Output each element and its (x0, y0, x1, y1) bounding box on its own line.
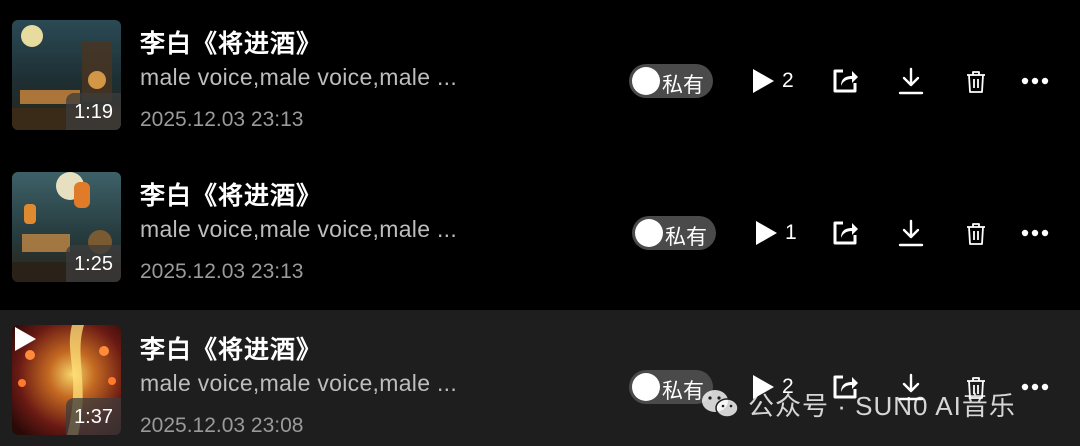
wechat-icon (702, 390, 739, 418)
now-playing-icon[interactable] (12, 325, 38, 353)
trash-icon[interactable] (961, 218, 991, 248)
more-icon[interactable] (1020, 218, 1050, 248)
more-icon[interactable] (1020, 66, 1050, 96)
track-row[interactable]: 1:19 李白《将进酒》 male voice,male voice,male … (0, 4, 1080, 156)
track-row[interactable]: 1:25 李白《将进酒》 male voice,male voice,male … (0, 156, 1080, 308)
track-title[interactable]: 李白《将进酒》 (140, 176, 322, 212)
duration-badge: 1:25 (66, 245, 121, 282)
watermark: 公众号 · SUN0 AI音乐 (700, 386, 1016, 422)
track-date: 2025.12.03 23:13 (140, 108, 304, 131)
track-description: male voice,male voice,male ... (140, 370, 458, 396)
track-description: male voice,male voice,male ... (140, 216, 458, 242)
toggle-label: 私有 (662, 380, 704, 403)
play-icon (753, 69, 774, 93)
download-icon[interactable] (896, 218, 926, 248)
share-icon[interactable] (830, 66, 860, 96)
toggle-knob (632, 373, 660, 401)
download-icon[interactable] (896, 66, 926, 96)
trash-icon[interactable] (961, 66, 991, 96)
cover-thumbnail[interactable]: 1:19 (12, 20, 121, 130)
play-button[interactable]: 2 (750, 64, 794, 98)
watermark-text: 公众号 · SUN0 AI音乐 (748, 390, 1016, 421)
track-title[interactable]: 李白《将进酒》 (140, 330, 322, 366)
toggle-knob (632, 67, 660, 95)
private-toggle[interactable]: 私有 (632, 216, 716, 250)
track-row-active[interactable]: 1:37 李白《将进酒》 male voice,male voice,male … (0, 310, 1080, 446)
track-date: 2025.12.03 23:08 (140, 414, 304, 437)
track-date: 2025.12.03 23:13 (140, 260, 304, 283)
more-icon[interactable] (1020, 372, 1050, 402)
toggle-knob (635, 219, 663, 247)
share-icon[interactable] (830, 218, 860, 248)
cover-thumbnail[interactable]: 1:25 (12, 172, 121, 282)
track-title[interactable]: 李白《将进酒》 (140, 24, 322, 60)
play-icon (756, 221, 777, 245)
toggle-label: 私有 (662, 74, 704, 97)
track-description: male voice,male voice,male ... (140, 64, 458, 90)
play-button[interactable]: 1 (753, 216, 797, 250)
play-count: 2 (782, 69, 794, 92)
duration-badge: 1:37 (66, 398, 121, 435)
cover-thumbnail[interactable]: 1:37 (12, 325, 121, 435)
duration-badge: 1:19 (66, 93, 121, 130)
toggle-label: 私有 (665, 226, 707, 249)
play-count: 1 (785, 221, 797, 244)
private-toggle[interactable]: 私有 (629, 64, 713, 98)
